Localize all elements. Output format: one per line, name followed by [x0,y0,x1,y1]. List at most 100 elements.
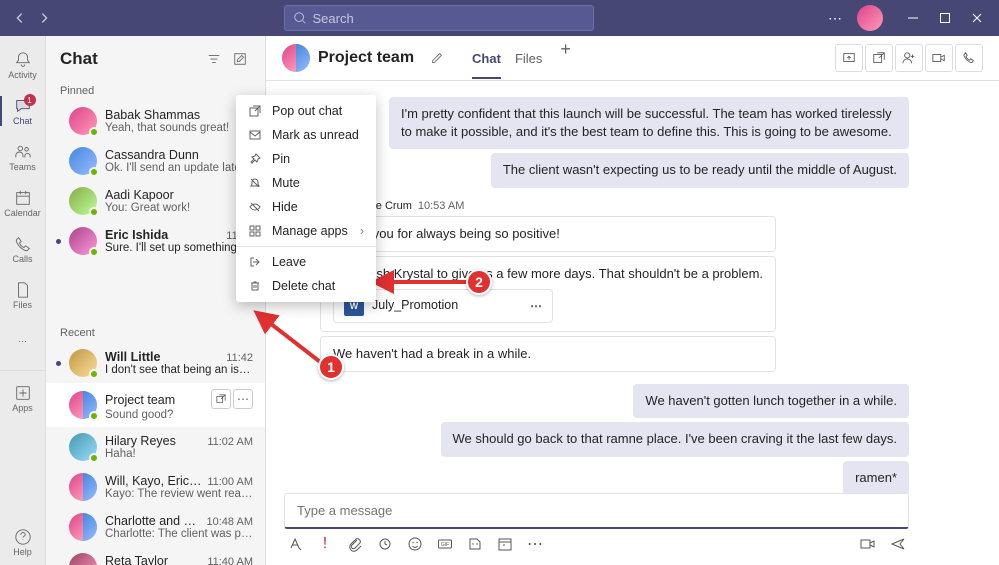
chat-list-item[interactable]: Will, Kayo, Eric, +511:00 AMKayo: The re… [46,467,265,507]
popout-icon[interactable] [211,389,231,409]
rail-help[interactable]: Help [0,519,46,565]
rail-teams[interactable]: Teams [0,134,46,180]
avatar [69,349,97,377]
rail-label: Teams [9,162,36,172]
gif-icon[interactable]: GIF [436,535,454,553]
annotation-badge: 2 [466,269,492,295]
video-call-icon[interactable] [925,44,953,72]
chat-list-item[interactable]: Will Little11:42I don't see that being a… [46,343,265,383]
more-icon[interactable]: ⋯ [821,4,849,32]
chat-badge: 1 [24,94,36,106]
chat-item-name: Charlotte and Babak [105,514,203,528]
section-pinned: Pinned [46,81,265,101]
add-tab-icon[interactable]: + [556,39,575,78]
edit-icon[interactable] [426,47,448,69]
menu-pin[interactable]: Pin [236,147,376,171]
teams-icon [13,142,33,162]
rail-calls[interactable]: Calls [0,226,46,272]
search-input[interactable]: Search [284,5,594,31]
message-out[interactable]: I'm pretty confident that this launch wi… [389,97,909,149]
chat-list-item[interactable]: Eric Ishida11:48Sure. I'll set up someth… [46,221,265,261]
chat-list-item[interactable]: Aadi KapoorYou: Great work! [46,181,265,221]
schedule-icon[interactable] [496,535,514,553]
file-icon [13,280,33,300]
rail-activity[interactable]: Activity [0,42,46,88]
loop-icon[interactable] [376,535,394,553]
rail-files[interactable]: Files [0,272,46,318]
conversation-header: Project team Chat Files + [266,36,999,81]
maximize-icon[interactable] [931,4,959,32]
rail-chat[interactable]: 1 Chat [0,88,46,134]
message-out[interactable]: We should go back to that ramne place. I… [441,422,910,456]
app-rail: Activity 1 Chat Teams Calendar Calls Fil… [0,36,46,565]
chat-context-menu: Pop out chat Mark as unread Pin Mute Hid… [236,95,376,302]
popout-icon[interactable] [865,44,893,72]
file-more-icon[interactable]: ⋯ [530,298,542,315]
menu-delete[interactable]: Delete chat [236,274,376,298]
section-recent: Recent [46,323,265,343]
chat-list-item[interactable]: Project team⋯Sound good? [46,383,265,427]
search-placeholder: Search [313,11,354,26]
apps-icon [248,224,262,238]
emoji-icon[interactable] [406,535,424,553]
chat-list-item[interactable]: Reta Taylor11:40 AMAh, ok. I understand … [46,547,265,565]
chat-list-item[interactable]: Cassandra DunnOk. I'll send an update la… [46,141,265,181]
message-out[interactable]: The client wasn't expecting us to be rea… [491,153,909,187]
more-icon: ⋯ [13,331,33,351]
chat-list-item[interactable]: Charlotte and Babak10:48 AMCharlotte: Th… [46,507,265,547]
send-icon[interactable] [889,535,907,553]
unread-icon [248,128,262,142]
avatar [69,187,97,215]
menu-mark-unread[interactable]: Mark as unread [236,123,376,147]
close-icon[interactable] [963,4,991,32]
chat-list-item[interactable]: Hilary Reyes11:02 AMHaha! [46,427,265,467]
titlebar: Search ⋯ [0,0,999,36]
rail-calendar[interactable]: Calendar [0,180,46,226]
chat-list-header: Chat [46,36,265,81]
filter-icon[interactable] [203,48,225,70]
video-clip-icon[interactable] [859,535,877,553]
menu-leave[interactable]: Leave [236,250,376,274]
hide-icon [248,200,262,214]
chat-item-name: Will, Kayo, Eric, +5 [105,474,203,488]
tab-files[interactable]: Files [515,39,542,78]
message-out[interactable]: We haven't gotten lunch together in a wh… [633,384,909,418]
message-input[interactable] [284,493,909,529]
avatar[interactable] [857,5,883,31]
minimize-icon[interactable] [899,4,927,32]
rail-more[interactable]: ⋯ [0,318,46,364]
message-out[interactable]: ramen* [843,461,909,494]
message-in[interactable]: We haven't had a break in a while. [320,336,776,372]
conversation-avatar [282,44,310,72]
rail-label: Activity [8,70,37,80]
more-icon[interactable]: ⋯ [233,389,253,409]
priority-icon[interactable]: ! [316,535,334,553]
attach-icon[interactable] [346,535,364,553]
chat-item-preview: Ok. I'll send an update later. [105,162,253,174]
menu-manage-apps[interactable]: Manage apps› [236,219,376,243]
add-people-icon[interactable] [895,44,923,72]
tab-chat[interactable]: Chat [472,39,501,78]
chat-item-preview: Kayo: The review went really well! Can't… [105,488,253,500]
chat-item-time: 11:40 AM [207,556,253,565]
message-in[interactable]: Thank you for always being so positive! [320,216,776,252]
screen-share-icon[interactable] [835,44,863,72]
sticker-icon[interactable] [466,535,484,553]
more-icon[interactable]: ⋯ [526,535,544,553]
audio-call-icon[interactable] [955,44,983,72]
nav-forward-icon[interactable] [32,6,56,30]
rail-label: Help [13,547,32,557]
conversation-title: Project team [318,49,414,67]
new-chat-icon[interactable] [229,48,251,70]
format-icon[interactable] [286,535,304,553]
menu-mute[interactable]: Mute [236,171,376,195]
menu-popout[interactable]: Pop out chat [236,99,376,123]
rail-label: Chat [13,116,32,126]
nav-back-icon[interactable] [8,6,32,30]
chat-list-item[interactable]: Babak ShammasYeah, that sounds great! [46,101,265,141]
bell-icon [13,50,33,70]
menu-hide[interactable]: Hide [236,195,376,219]
avatar [69,473,97,501]
rail-apps[interactable]: Apps [0,370,46,416]
compose-toolbar: ! GIF ⋯ [284,529,909,559]
